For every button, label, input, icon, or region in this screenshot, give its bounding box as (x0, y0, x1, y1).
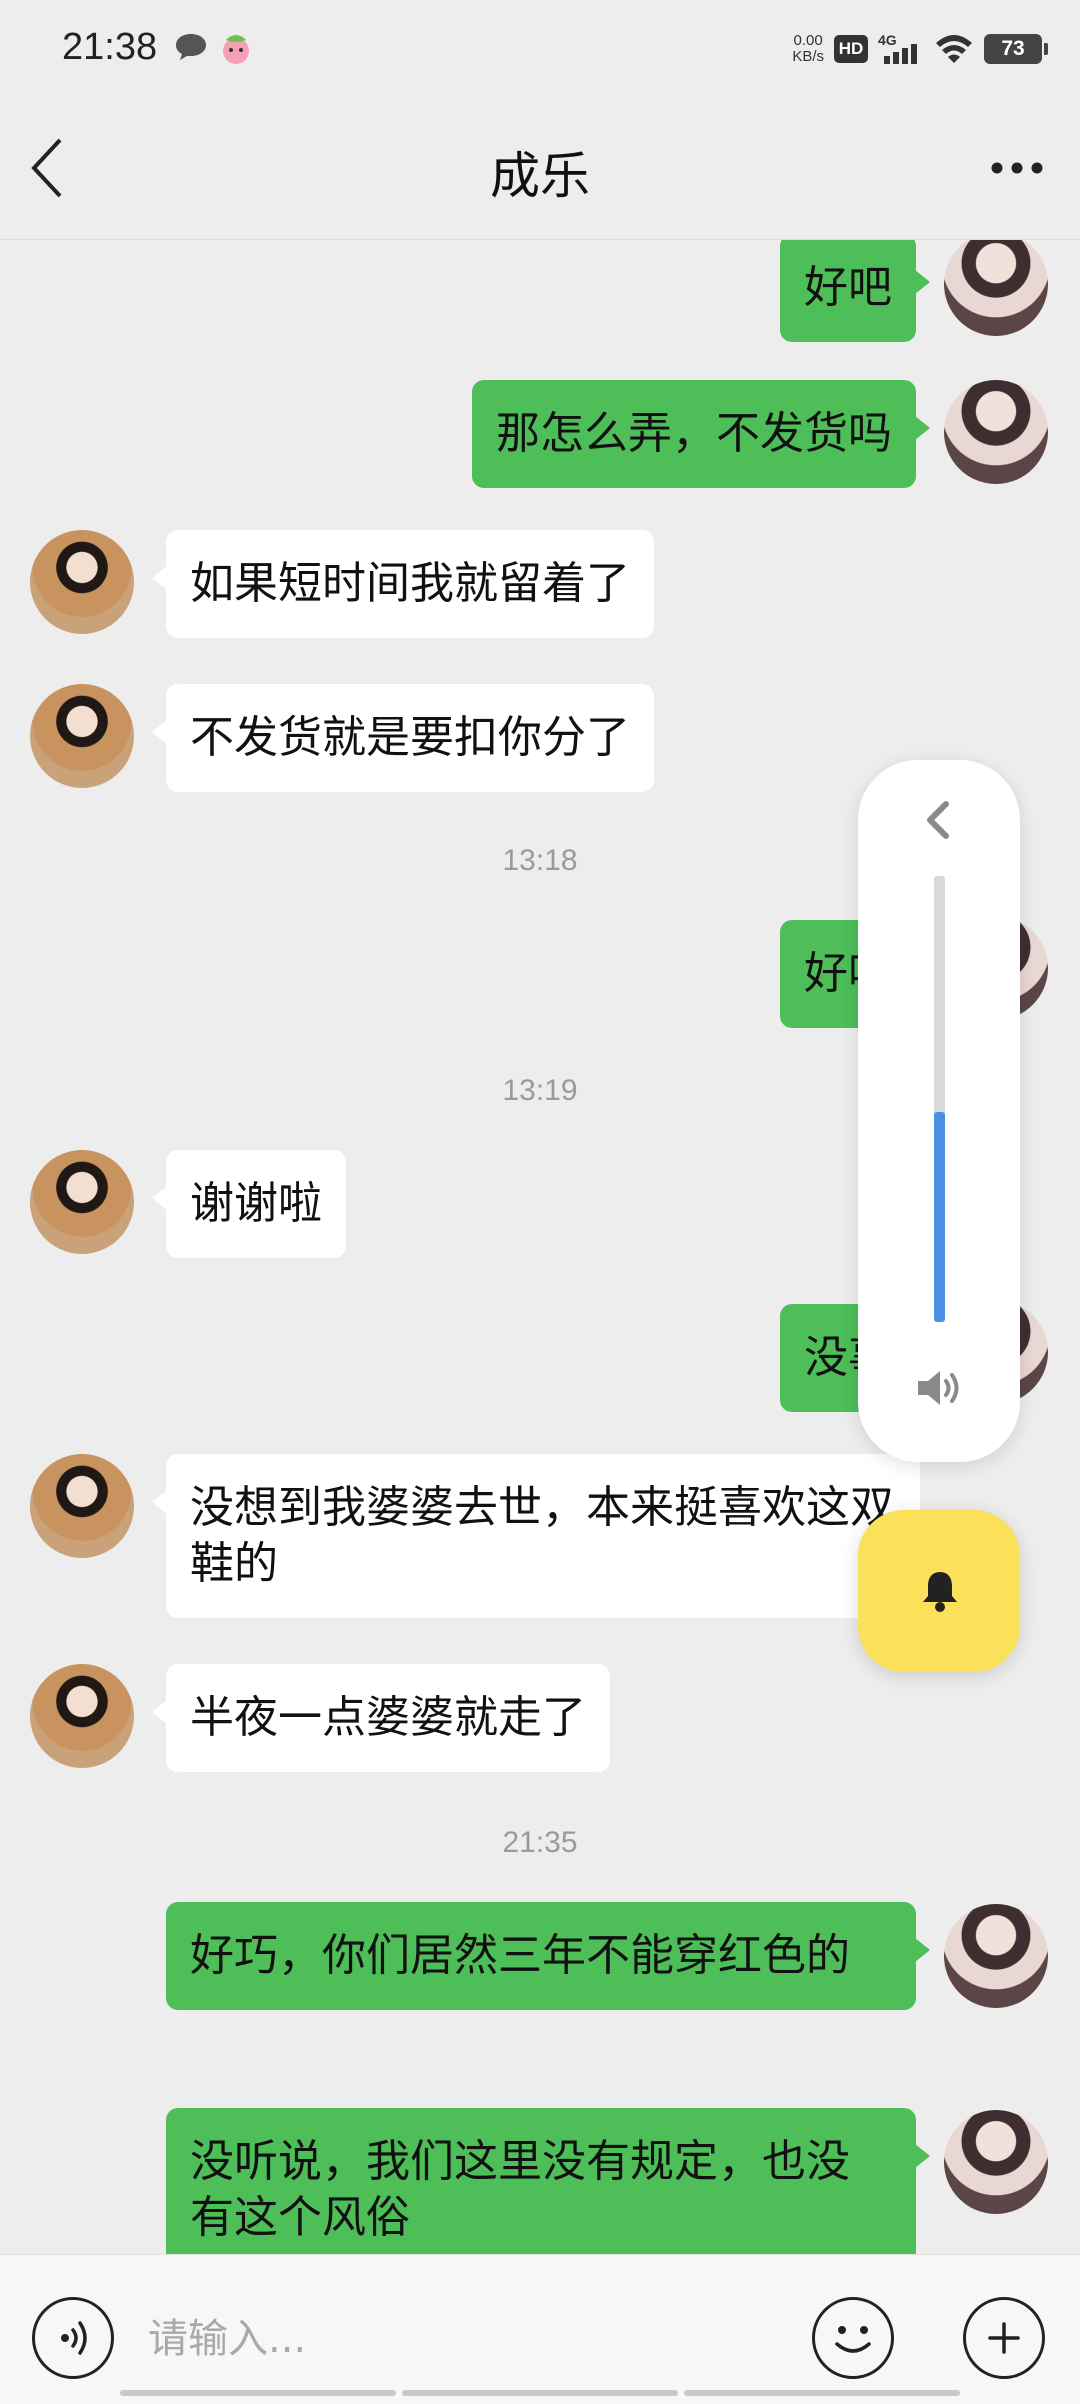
volume-level (934, 1112, 945, 1322)
input-bar (0, 2254, 1080, 2404)
message-bubble-self[interactable]: 好巧，你们居然三年不能穿红色的 (166, 1902, 930, 2010)
friend-avatar[interactable] (30, 684, 134, 788)
message-bubble-friend[interactable]: 半夜一点婆婆就走了 (152, 1664, 610, 1772)
chat-header: 成乐 (0, 98, 1080, 240)
message-bubble-friend[interactable]: 谢谢啦 (152, 1150, 346, 1258)
battery-indicator: 73 (984, 34, 1048, 64)
emoji-button[interactable] (812, 2297, 894, 2379)
network-type: 4G (878, 32, 897, 48)
bell-icon (923, 1572, 957, 1612)
chevron-left-icon[interactable] (920, 798, 956, 842)
self-avatar[interactable] (944, 240, 1048, 336)
volume-slider[interactable] (934, 876, 945, 1322)
message-bubble-self[interactable]: 那怎么弄，不发货吗 (472, 380, 930, 488)
message-bubble-friend[interactable]: 没想到我婆婆去世，本来挺喜欢这双鞋的 (152, 1454, 920, 1618)
message-input[interactable] (148, 2299, 788, 2379)
wifi-icon (936, 35, 972, 63)
ring-mode-button[interactable] (858, 1510, 1020, 1672)
volume-panel[interactable] (858, 760, 1020, 1462)
voice-input-button[interactable] (32, 2297, 114, 2379)
message-notification-icon (176, 34, 206, 60)
more-options-icon[interactable] (990, 156, 1044, 180)
emoji-icon (835, 2326, 871, 2353)
friend-avatar[interactable] (30, 1454, 134, 1558)
hd-badge: HD (834, 35, 868, 63)
message-bubble-friend[interactable]: 如果短时间我就留着了 (152, 530, 654, 638)
self-avatar[interactable] (944, 380, 1048, 484)
network-speed: 0.00 KB/s (792, 33, 824, 65)
plus-icon (988, 2322, 1020, 2354)
message-bubble-self[interactable]: 好吧 (780, 240, 930, 342)
gesture-bar (120, 2390, 960, 2396)
message-timestamp: 21:35 (502, 1826, 578, 1859)
friend-avatar[interactable] (30, 1664, 134, 1768)
network-speed-unit: KB/s (792, 48, 824, 65)
speaker-icon[interactable] (914, 1366, 966, 1410)
status-icons: 0.00 KB/s HD 4G 73 (792, 26, 1048, 72)
message-bubble-self[interactable]: 没听说，我们这里没有规定，也没有这个风俗 (166, 2108, 930, 2254)
message-list[interactable]: 好吧 那怎么弄，不发货吗 如果短时间我就留着了 不发货就是要扣你分了 13:18… (0, 240, 1080, 2254)
voice-icon (61, 2321, 87, 2355)
self-avatar[interactable] (944, 1904, 1048, 2008)
app-notification-icon (223, 35, 249, 64)
friend-avatar[interactable] (30, 530, 134, 634)
status-bar: 21:38 0.00 KB/s HD 4G 73 (0, 0, 1080, 98)
friend-avatar[interactable] (30, 1150, 134, 1254)
more-actions-button[interactable] (963, 2297, 1045, 2379)
network-speed-value: 0.00 (793, 32, 823, 49)
chat-title: 成乐 (490, 147, 590, 205)
self-avatar[interactable] (944, 2110, 1048, 2214)
signal-icon: 4G (878, 32, 917, 64)
message-bubble-friend[interactable]: 不发货就是要扣你分了 (152, 684, 654, 792)
status-time: 21:38 (62, 26, 158, 68)
